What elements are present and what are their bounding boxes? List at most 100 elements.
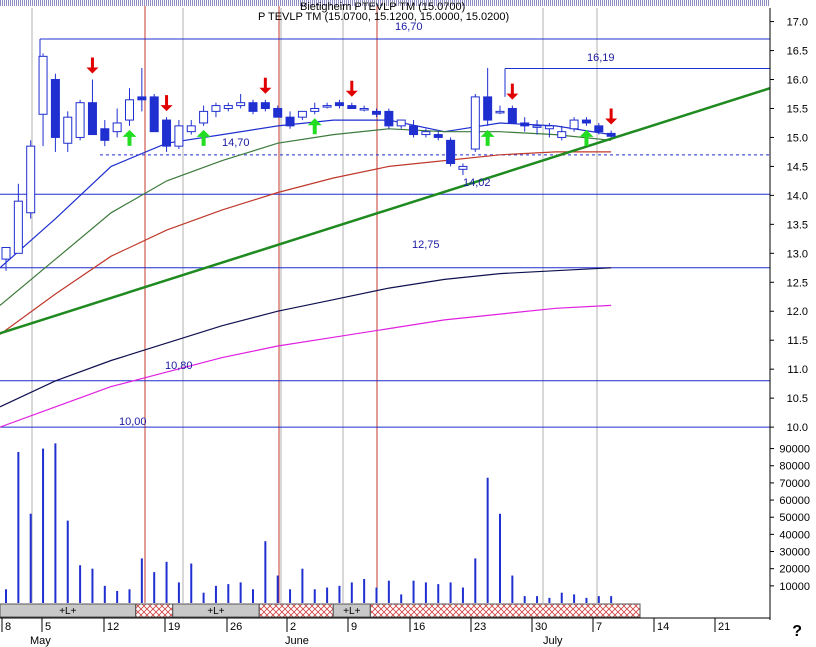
- candle-up: [458, 165, 468, 170]
- candle-down: [260, 102, 270, 109]
- volume-tick-label: 10000: [779, 581, 810, 593]
- volume-tick-label: 90000: [779, 444, 810, 456]
- candle-up: [75, 102, 85, 138]
- volume-tick-label: 30000: [779, 547, 810, 559]
- candle-down: [433, 134, 443, 138]
- candle-down: [606, 132, 616, 137]
- price-tick-label: 14.0: [787, 190, 808, 202]
- stock-chart: +L+ +L+ +L+ 17.0 16.5 16.0 15.5 15.0 14.5 14.0 13…: [0, 0, 816, 647]
- price-tick-label: 17.0: [787, 17, 808, 29]
- chart-title: P TEVLP TM (15.0700, 15.1200, 15.0000, 1…: [258, 11, 509, 23]
- candle-up: [569, 119, 579, 130]
- candle-down: [594, 125, 604, 133]
- day-tick-label: 19: [168, 621, 180, 633]
- day-tick-label: 21: [718, 621, 730, 633]
- candle-down: [285, 116, 295, 127]
- candle-up: [63, 116, 73, 144]
- volume-tick-label: 60000: [779, 495, 810, 507]
- day-tick-label: 8: [5, 621, 11, 633]
- candle-up: [557, 131, 567, 138]
- candle-up: [174, 125, 184, 147]
- level-label: 14,70: [222, 137, 250, 149]
- price-tick-label: 13.5: [787, 219, 808, 231]
- candle-up: [26, 145, 36, 214]
- price-tick-label: 15.5: [787, 103, 808, 115]
- day-tick-label: 7: [596, 621, 602, 633]
- level-label: 12,75: [412, 239, 440, 251]
- candle-up: [421, 131, 431, 136]
- day-tick-label: 12: [107, 621, 119, 633]
- band-hatched: [135, 603, 174, 618]
- candle-down: [581, 119, 591, 124]
- candle-up: [495, 110, 505, 114]
- band-label: +L+: [207, 606, 224, 617]
- volume-tick-label: 80000: [779, 461, 810, 473]
- level-label: 14,02: [463, 177, 491, 189]
- candle-down: [334, 102, 344, 107]
- candle-up: [186, 125, 196, 133]
- price-tick-label: 12.0: [787, 306, 808, 318]
- level-label: 10,00: [119, 416, 147, 428]
- candle-up: [125, 99, 134, 121]
- candle-up: [470, 96, 480, 150]
- band-label: +L+: [343, 606, 360, 617]
- price-tick-label: 15.0: [787, 132, 808, 144]
- candle-down: [162, 119, 172, 147]
- candle-up: [532, 125, 542, 128]
- price-tick-label: 16.5: [787, 46, 808, 58]
- price-tick-label: 13.0: [787, 248, 808, 260]
- candle-up: [359, 107, 369, 111]
- volume-tick-label: 40000: [779, 529, 810, 541]
- day-tick-label: 23: [474, 621, 486, 633]
- candle-up: [223, 105, 233, 109]
- volume-tick-label: 50000: [779, 512, 810, 524]
- candle-down: [446, 139, 456, 165]
- candle-up: [396, 119, 406, 127]
- candle-down: [149, 96, 159, 133]
- level-label: 10,80: [165, 360, 193, 372]
- candle-up: [322, 105, 332, 108]
- price-tick-label: 14.5: [787, 161, 808, 173]
- chart-background: [0, 0, 816, 647]
- candle-down: [347, 105, 357, 109]
- candle-up: [13, 200, 23, 254]
- day-tick-label: 16: [413, 621, 425, 633]
- candle-up: [297, 110, 307, 118]
- candle-down: [100, 128, 110, 141]
- month-tick-label: July: [543, 635, 563, 647]
- day-tick-label: 9: [351, 621, 357, 633]
- candle-down: [137, 96, 147, 101]
- volume-tick-label: 70000: [779, 478, 810, 490]
- candle-up: [38, 55, 48, 115]
- price-tick-label: 12.5: [787, 277, 808, 289]
- volume-tick-label: 20000: [779, 564, 810, 576]
- price-tick-label: 11.5: [787, 335, 808, 347]
- band-hatched: [369, 603, 641, 618]
- candle-down: [87, 102, 97, 136]
- candle-down: [507, 107, 517, 124]
- candle-down: [483, 96, 493, 121]
- band-hatched: [258, 603, 334, 618]
- candle-up: [544, 125, 554, 130]
- candle-down: [248, 102, 258, 112]
- candle-down: [520, 122, 530, 127]
- price-tick-label: 10.0: [787, 422, 808, 434]
- candle-up: [199, 110, 209, 124]
- candle-down: [384, 110, 394, 127]
- band-label: +L+: [59, 606, 76, 617]
- day-tick-label: 26: [230, 621, 242, 633]
- day-tick-label: 2: [290, 621, 296, 633]
- level-label: 16,19: [587, 52, 615, 64]
- day-tick-label: 14: [657, 621, 669, 633]
- candle-up: [112, 122, 122, 133]
- candle-up: [236, 102, 246, 107]
- candle-down: [372, 110, 381, 115]
- help-icon[interactable]: ?: [792, 623, 802, 641]
- candle-down: [273, 107, 283, 118]
- candle-down: [50, 79, 60, 138]
- candle-up: [211, 105, 221, 112]
- day-tick-label: 30: [535, 621, 547, 633]
- price-tick-label: 11.0: [787, 364, 808, 376]
- candle-up: [310, 107, 320, 112]
- month-tick-label: May: [30, 635, 51, 647]
